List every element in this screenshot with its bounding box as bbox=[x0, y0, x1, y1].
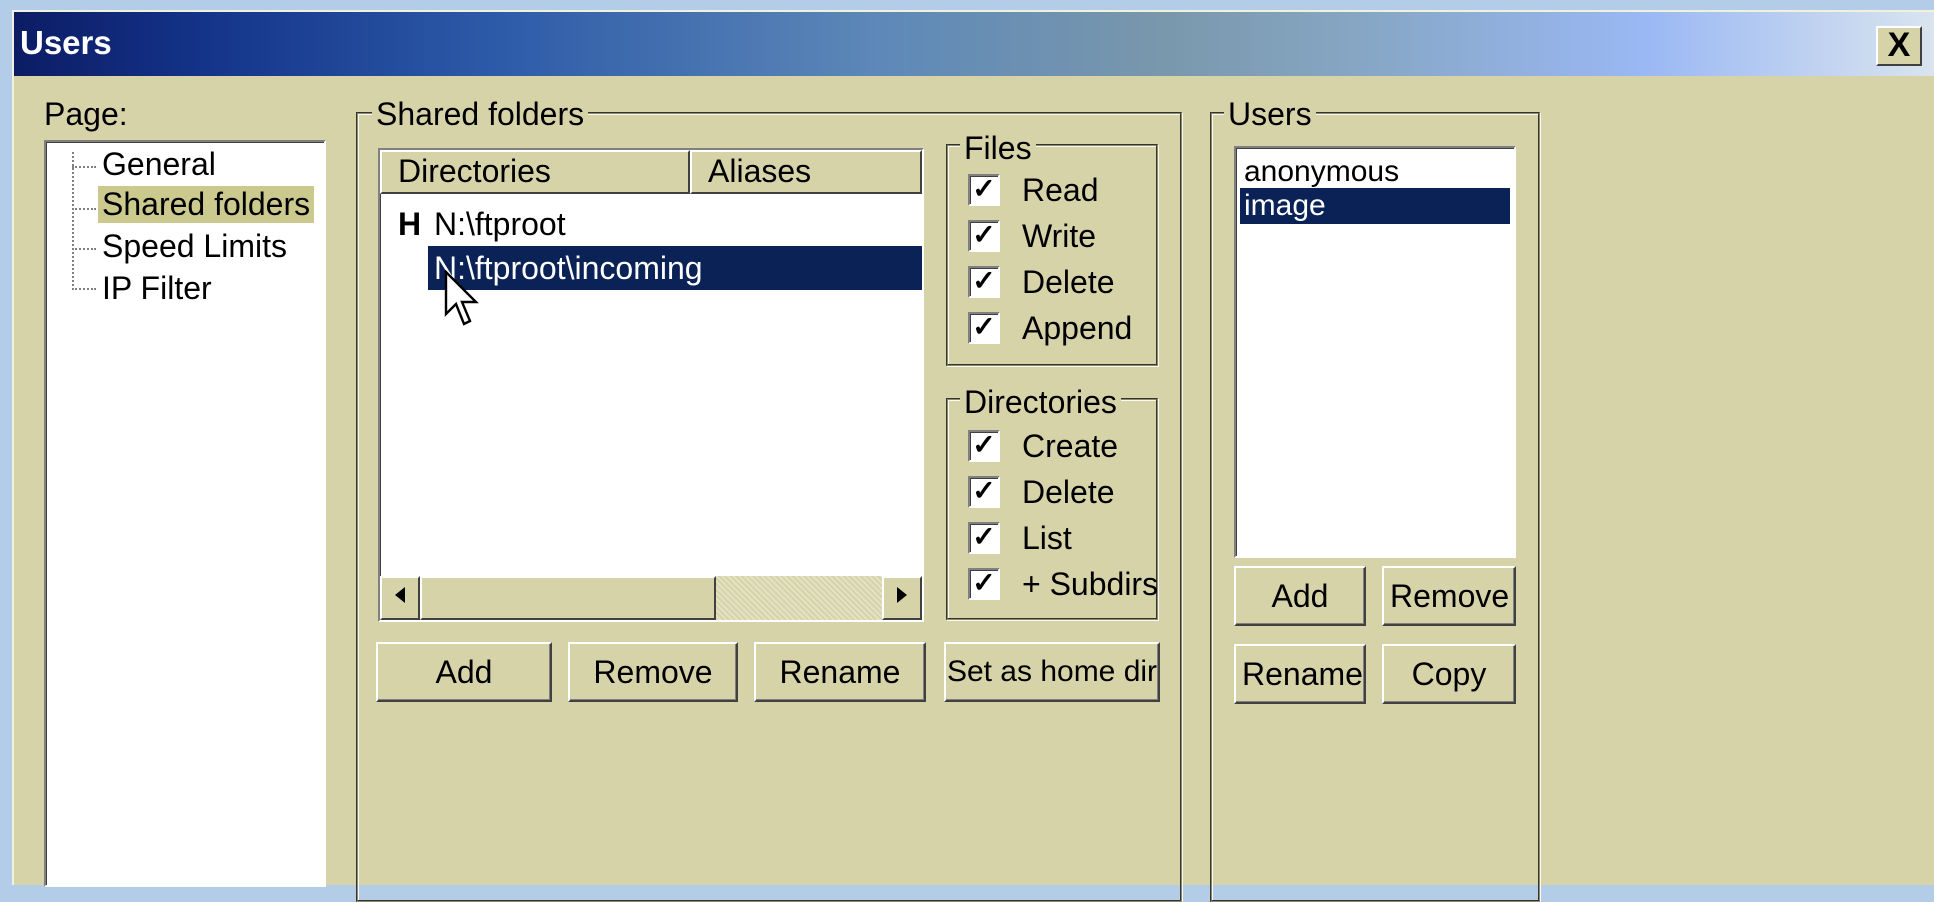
column-header-aliases[interactable]: Aliases bbox=[690, 150, 922, 194]
row-path: N:\ftproot bbox=[434, 206, 566, 242]
arrow-left-icon bbox=[395, 587, 405, 603]
tree-connector-branch bbox=[72, 288, 96, 290]
checkbox-label: Create bbox=[1022, 428, 1119, 464]
arrow-right-icon bbox=[897, 587, 907, 603]
tree-item-speed-limits[interactable]: Speed Limits bbox=[98, 228, 291, 265]
user-name: image bbox=[1244, 189, 1326, 222]
tree-item-label: Shared folders bbox=[102, 186, 311, 222]
check-icon: ✓ bbox=[968, 266, 1000, 298]
table-row[interactable]: N:\ftproot\incoming bbox=[428, 246, 922, 290]
users-list[interactable]: anonymous image bbox=[1234, 146, 1516, 558]
tree-item-general[interactable]: General bbox=[98, 146, 220, 183]
check-icon: ✓ bbox=[968, 568, 1000, 600]
horizontal-scrollbar[interactable] bbox=[380, 576, 922, 620]
check-icon: ✓ bbox=[968, 430, 1000, 462]
rename-folder-button[interactable]: Rename bbox=[754, 642, 926, 702]
close-button[interactable]: X bbox=[1876, 26, 1922, 66]
users-dialog: Users X Page: General Shared folders Spe… bbox=[12, 10, 1934, 902]
mouse-pointer-icon bbox=[444, 270, 479, 326]
users-legend: Users bbox=[1224, 96, 1316, 133]
shared-folders-legend: Shared folders bbox=[372, 96, 589, 133]
files-legend: Files bbox=[960, 130, 1036, 167]
add-user-button[interactable]: Add bbox=[1234, 566, 1366, 626]
page-label: Page: bbox=[44, 96, 128, 132]
check-icon: ✓ bbox=[968, 312, 1000, 344]
check-icon: ✓ bbox=[968, 522, 1000, 554]
tree-connector-branch bbox=[72, 208, 96, 210]
remove-folder-button[interactable]: Remove bbox=[568, 642, 738, 702]
tree-item-ip-filter[interactable]: IP Filter bbox=[98, 270, 216, 307]
checkbox-label: Delete bbox=[1022, 264, 1115, 300]
set-home-dir-button[interactable]: Set as home dir bbox=[944, 642, 1160, 702]
checkbox-label: Append bbox=[1022, 310, 1133, 346]
scroll-left-button[interactable] bbox=[380, 576, 420, 620]
checkbox-label: Write bbox=[1022, 218, 1097, 254]
page-tree[interactable]: General Shared folders Speed Limits IP F… bbox=[44, 140, 326, 887]
checkbox-label: + Subdirs bbox=[1022, 566, 1159, 602]
scroll-right-button[interactable] bbox=[882, 576, 922, 620]
checkbox-label: Read bbox=[1022, 172, 1099, 208]
directories-legend: Directories bbox=[960, 384, 1121, 421]
tree-connector-line bbox=[72, 152, 74, 286]
tree-connector-branch bbox=[72, 248, 96, 250]
column-header-directories[interactable]: Directories bbox=[380, 150, 690, 194]
copy-user-button[interactable]: Copy bbox=[1382, 644, 1516, 704]
column-header-label: Aliases bbox=[708, 153, 812, 189]
table-row[interactable]: N:\ftproot bbox=[430, 202, 566, 246]
list-item-user[interactable]: image bbox=[1240, 188, 1510, 224]
tree-item-shared-folders[interactable]: Shared folders bbox=[98, 186, 315, 223]
check-icon: ✓ bbox=[968, 220, 1000, 252]
scroll-thumb[interactable] bbox=[420, 576, 716, 620]
tree-connector-branch bbox=[72, 166, 96, 168]
check-icon: ✓ bbox=[968, 476, 1000, 508]
tree-item-label: IP Filter bbox=[102, 270, 212, 306]
rename-user-button[interactable]: Rename bbox=[1234, 644, 1366, 704]
title-bar[interactable]: Users X bbox=[14, 12, 1934, 76]
shared-folders-list[interactable]: Directories Aliases H N:\ftproot N:\ftpr… bbox=[378, 148, 924, 622]
tree-item-label: General bbox=[102, 146, 216, 182]
column-header-label: Directories bbox=[398, 153, 551, 189]
remove-user-button[interactable]: Remove bbox=[1382, 566, 1516, 626]
close-icon: X bbox=[1887, 26, 1911, 64]
list-item-user[interactable]: anonymous bbox=[1240, 154, 1510, 190]
add-folder-button[interactable]: Add bbox=[376, 642, 552, 702]
dialog-title: Users bbox=[20, 24, 112, 61]
checkbox-label: Delete bbox=[1022, 474, 1115, 510]
checkbox-label: List bbox=[1022, 520, 1072, 556]
home-dir-marker: H bbox=[398, 206, 422, 242]
check-icon: ✓ bbox=[968, 174, 1000, 206]
tree-item-label: Speed Limits bbox=[102, 228, 287, 264]
user-name: anonymous bbox=[1244, 155, 1400, 188]
